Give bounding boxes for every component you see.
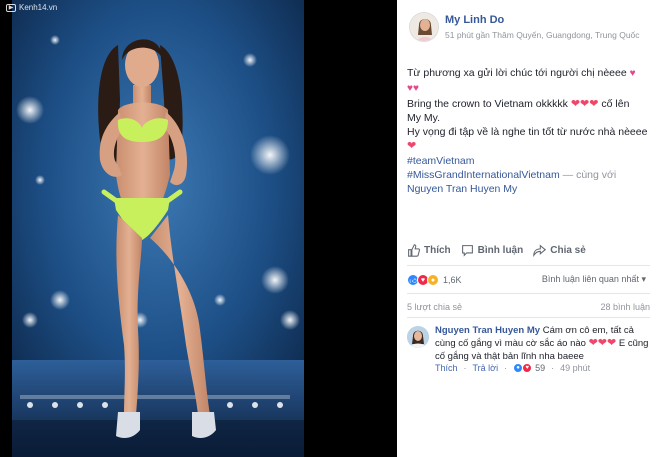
post-meta-text: 51 phút gần Thâm Quyến, Guangdong, Trung… <box>445 30 640 40</box>
photo-pane[interactable]: ▶ Kenh14.vn <box>0 0 397 457</box>
post-line: ♥♥ <box>407 81 657 96</box>
caret-down-icon: ▾ <box>641 274 646 284</box>
love-reaction-icon: ♥ <box>522 363 533 373</box>
share-label: Chia sẻ <box>550 244 586 256</box>
comment-count[interactable]: 28 bình luận <box>600 302 650 312</box>
stage-photo <box>0 0 397 457</box>
share-button[interactable]: Chia sẻ <box>533 243 586 257</box>
divider <box>407 265 650 266</box>
like-label: Thích <box>424 244 451 256</box>
comment-like-link[interactable]: Thích <box>435 363 458 373</box>
commenter-name[interactable]: Nguyen Tran Huyen My <box>435 325 540 336</box>
author-avatar-image <box>410 13 438 41</box>
share-count[interactable]: 5 lượt chia sẻ <box>407 302 462 312</box>
comment-text: Cám ơn cô em, tất cả <box>542 325 634 336</box>
separator: · <box>551 363 555 373</box>
comment-icon <box>461 244 473 257</box>
post-line: Hy vọng đi tập về là nghe tin tốt từ nướ… <box>407 126 648 139</box>
kiss-emoji-icon: ♥♥ <box>407 83 419 95</box>
commenter-avatar[interactable] <box>407 326 429 348</box>
with-text: — cùng với <box>559 169 617 182</box>
divider <box>407 293 650 294</box>
post-line: ❤ <box>407 139 657 153</box>
post-meta: 51 phút gần Thâm Quyến, Guangdong, Trung… <box>445 30 640 40</box>
comment-item: Nguyen Tran Huyen My Cám ơn cô em, tất c… <box>407 324 655 384</box>
post-text: Từ phương xa gửi lời chúc tới người chị … <box>407 66 657 197</box>
thumbs-up-icon <box>408 243 420 257</box>
post-line: #MissGrandInternationalVietnam — cùng vớ… <box>407 168 657 182</box>
post-line: Từ phương xa gửi lời chúc tới người chị … <box>407 66 657 81</box>
comment-actions: Thích · Trả lời · ● ♥ 59 · 49 phút <box>435 363 590 373</box>
photo-viewer: ▶ Kenh14.vn My Linh Do 51 phút gần Thâm … <box>0 0 660 457</box>
comment-reaction-count: 59 <box>535 363 546 373</box>
comment-text: cùng cố gắng vì màu cờ sắc áo nào <box>435 338 586 349</box>
post-line-text: cố lên <box>601 97 630 110</box>
author-avatar[interactable] <box>409 12 439 42</box>
post-line: My My. <box>407 111 441 124</box>
heart-emoji-icon: ❤❤❤ <box>588 337 617 349</box>
comment-label: Bình luận <box>477 244 524 256</box>
post-line: Bring the crown to Vietnam okkkkk ❤❤❤ cố… <box>407 97 657 111</box>
comment-sort-dropdown[interactable]: Bình luận liên quan nhất ▾ <box>542 274 646 285</box>
comment-reactions[interactable]: ● ♥ 59 <box>513 363 545 373</box>
heart-emoji-icon: ❤ <box>407 140 417 153</box>
comment-time[interactable]: 49 phút <box>560 363 590 373</box>
post-line-text: Bring the crown to Vietnam okkkkk <box>407 97 568 110</box>
watermark-text: Kenh14.vn <box>19 3 58 12</box>
heart-emoji-icon: ❤❤❤ <box>570 97 599 110</box>
kiss-emoji-icon: ♥ <box>629 68 636 79</box>
post-actions: Thích Bình luận Chia sẻ <box>407 240 652 260</box>
post-line-text: Từ phương xa gửi lời chúc tới người chị … <box>407 67 627 79</box>
tagged-person-link[interactable]: Nguyen Tran Huyen My <box>407 182 657 196</box>
reaction-count: 1,6K <box>443 275 462 285</box>
hashtag-miss-grand[interactable]: #MissGrandInternationalVietnam <box>407 169 560 181</box>
author-name[interactable]: My Linh Do <box>445 14 504 26</box>
commenter-avatar-image <box>407 326 429 348</box>
comment-button[interactable]: Bình luận <box>461 244 524 257</box>
hashtag-team-vietnam[interactable]: #teamVietnam <box>407 154 657 168</box>
post-panel: My Linh Do 51 phút gần Thâm Quyến, Guang… <box>397 0 660 457</box>
post-header: My Linh Do 51 phút gần Thâm Quyến, Guang… <box>407 12 660 46</box>
divider <box>407 317 650 318</box>
watermark: ▶ Kenh14.vn <box>6 3 57 12</box>
comment-text: E <box>618 338 626 349</box>
wow-reaction-icon: ● <box>427 274 439 286</box>
reactions-bar[interactable]: 👍︎ ♥ ● 1,6K Bình luận liên quan nhất ▾ <box>407 272 652 288</box>
watermark-logo-icon: ▶ <box>6 3 16 12</box>
comment-sort-label: Bình luận liên quan nhất <box>541 274 639 284</box>
separator: · <box>504 363 508 373</box>
comment-reply-link[interactable]: Trả lời <box>473 363 499 373</box>
comment-body: Nguyen Tran Huyen My Cám ơn cô em, tất c… <box>435 324 655 363</box>
share-icon <box>533 243 547 257</box>
separator: · <box>463 363 467 373</box>
like-button[interactable]: Thích <box>407 243 451 257</box>
